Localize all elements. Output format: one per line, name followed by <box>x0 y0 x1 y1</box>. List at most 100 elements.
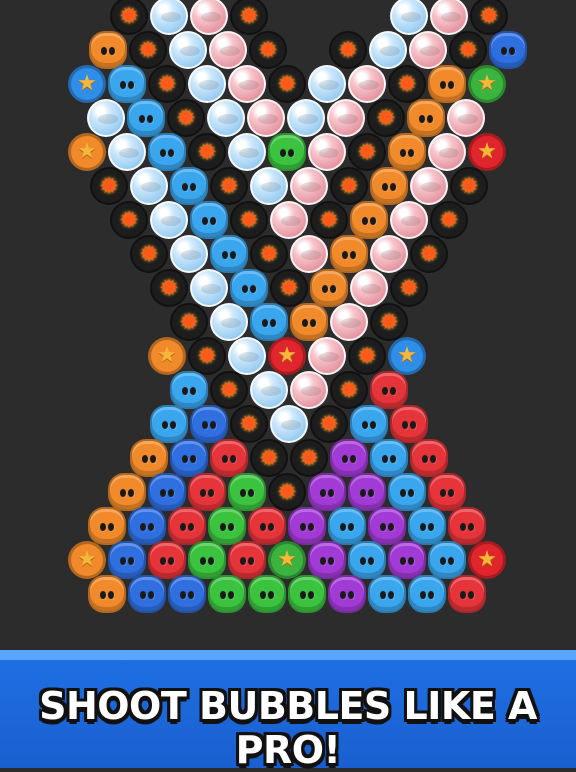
burst-icon: ✹ <box>98 172 120 200</box>
red-creature-bubble <box>210 439 248 477</box>
burst-icon: ✹ <box>318 410 340 438</box>
burst-icon: ✹ <box>396 70 418 98</box>
glass-blue-bubble <box>190 269 228 307</box>
bomb-bubble: ✹ <box>390 269 428 307</box>
purple-creature-bubble <box>330 439 368 477</box>
bomb-bubble: ✹ <box>367 99 405 137</box>
star-icon: ★ <box>397 343 417 368</box>
bomb-bubble: ✹ <box>230 405 268 443</box>
cyan-creature-bubble <box>388 473 426 511</box>
bomb-bubble: ✹ <box>230 201 268 239</box>
glass-pink-bubble <box>228 65 266 103</box>
red-creature-bubble <box>448 507 486 545</box>
bomb-bubble: ✹ <box>210 371 248 409</box>
bomb-bubble: ✹ <box>310 201 348 239</box>
green-creature-bubble <box>228 473 266 511</box>
cyan-creature-bubble <box>108 65 146 103</box>
bomb-bubble: ✹ <box>249 31 287 69</box>
blue-creature-bubble <box>128 507 166 545</box>
orange-creature-bubble <box>88 507 126 545</box>
glass-blue-bubble <box>150 201 188 239</box>
cyan-creature-bubble <box>127 99 165 137</box>
cyan-creature-bubble <box>170 167 208 205</box>
burst-icon: ✹ <box>398 274 420 302</box>
blue-creature-bubble <box>170 439 208 477</box>
orange-creature-bubble <box>290 303 328 341</box>
orange-creature-bubble <box>330 235 368 273</box>
bomb-bubble: ✹ <box>310 405 348 443</box>
glass-pink-bubble <box>330 303 368 341</box>
glass-pink-bubble <box>327 99 365 137</box>
glass-pink-bubble <box>308 133 346 171</box>
bomb-bubble: ✹ <box>470 0 508 35</box>
bomb-bubble: ✹ <box>188 133 226 171</box>
burst-icon: ✹ <box>338 376 360 404</box>
glass-blue-bubble <box>210 303 248 341</box>
bomb-bubble: ✹ <box>130 235 168 273</box>
glass-blue-bubble <box>228 337 266 375</box>
blue-creature-bubble <box>128 575 166 613</box>
blue-creature-bubble <box>489 31 527 69</box>
star-icon: ★ <box>77 547 97 572</box>
bomb-bubble: ✹ <box>348 337 386 375</box>
glass-pink-bubble <box>247 99 285 137</box>
burst-icon: ✹ <box>337 36 359 64</box>
glass-blue-bubble <box>308 65 346 103</box>
burst-icon: ✹ <box>276 70 298 98</box>
cyan-creature-bubble <box>250 303 288 341</box>
bomb-bubble: ✹ <box>370 303 408 341</box>
burst-icon: ✹ <box>156 70 178 98</box>
cyan-creature-bubble <box>348 541 386 579</box>
burst-icon: ✹ <box>356 342 378 370</box>
bomb-bubble: ✹ <box>330 371 368 409</box>
burst-icon: ✹ <box>298 444 320 472</box>
burst-icon: ✹ <box>276 478 298 506</box>
red-creature-bubble <box>370 371 408 409</box>
burst-icon: ✹ <box>238 206 260 234</box>
purple-creature-bubble <box>388 541 426 579</box>
glass-pink-bubble <box>209 31 247 69</box>
bomb-bubble: ✹ <box>170 303 208 341</box>
burst-icon: ✹ <box>338 172 360 200</box>
star-orange-bubble: ★ <box>68 541 106 579</box>
game-board[interactable]: ✹ ✹ ✹ ✹ ✹ ✹ ✹ ★ ✹ ✹ ✹ ★ ✹ ✹ ★ ✹ ✹ ★ ✹ ✹ ✹ ✹ ✹ ✹ ✹ ✹ ✹ ✹ ✹ ✹ ✹ ✹ ✹ ✹ ★ ✹ ★ ✹ ★ ✹… <box>0 0 576 650</box>
bomb-bubble: ✹ <box>90 167 128 205</box>
glass-blue-bubble <box>270 405 308 443</box>
star-icon: ★ <box>77 139 97 164</box>
burst-icon: ✹ <box>196 138 218 166</box>
purple-creature-bubble <box>308 541 346 579</box>
burst-icon: ✹ <box>457 36 479 64</box>
burst-icon: ✹ <box>218 172 240 200</box>
burst-icon: ✹ <box>218 376 240 404</box>
orange-creature-bubble <box>130 439 168 477</box>
green-creature-bubble <box>188 541 226 579</box>
red-creature-bubble <box>188 473 226 511</box>
burst-icon: ✹ <box>418 240 440 268</box>
glass-blue-bubble <box>150 0 188 35</box>
purple-creature-bubble <box>328 575 366 613</box>
bomb-bubble: ✹ <box>268 473 306 511</box>
bomb-bubble: ✹ <box>348 133 386 171</box>
burst-icon: ✹ <box>258 240 280 268</box>
cyan-creature-bubble <box>408 507 446 545</box>
orange-creature-bubble <box>407 99 445 137</box>
glass-pink-bubble <box>447 99 485 137</box>
glass-blue-bubble <box>130 167 168 205</box>
purple-creature-bubble <box>308 473 346 511</box>
bomb-bubble: ✹ <box>188 337 226 375</box>
bomb-bubble: ✹ <box>330 167 368 205</box>
bomb-bubble: ✹ <box>450 167 488 205</box>
bomb-bubble: ✹ <box>268 65 306 103</box>
bomb-bubble: ✹ <box>329 31 367 69</box>
cyan-creature-bubble <box>328 507 366 545</box>
burst-icon: ✹ <box>375 104 397 132</box>
burst-icon: ✹ <box>458 172 480 200</box>
star-icon: ★ <box>157 343 177 368</box>
glass-pink-bubble <box>348 65 386 103</box>
burst-icon: ✹ <box>238 2 260 30</box>
green-creature-bubble <box>268 133 306 171</box>
burst-icon: ✹ <box>258 444 280 472</box>
glass-pink-bubble <box>409 31 447 69</box>
burst-icon: ✹ <box>478 2 500 30</box>
glass-pink-bubble <box>270 201 308 239</box>
